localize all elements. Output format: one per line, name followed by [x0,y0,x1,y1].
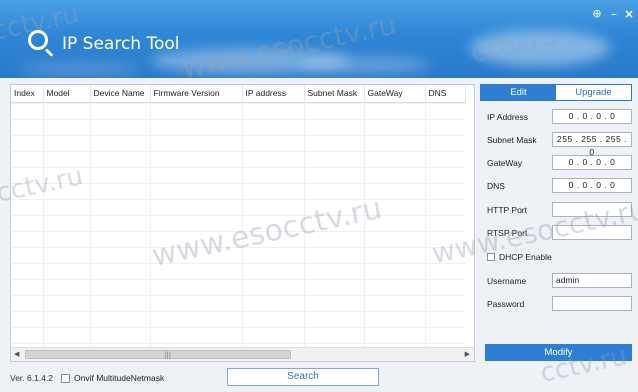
tab-upgrade[interactable]: Upgrade [556,85,631,100]
ip-address-input[interactable]: 0 . 0 . 0 . 0 [552,109,632,124]
ip-address-row: IP Address 0 . 0 . 0 . 0 [487,109,632,124]
dhcp-enable-row: DHCP Enable [487,252,552,262]
rtsp-port-label: RTSP Port [487,227,528,238]
username-label: Username [487,275,527,286]
column-divider [425,103,426,347]
username-input[interactable]: admin [552,273,632,288]
panel-tabs: Edit Upgrade [480,84,632,101]
bottom-bar: Ver. 6.1.4.2 Onvif MultitudeNetmask [10,370,164,386]
dns-input[interactable]: 0 . 0 . 0 . 0 [552,178,632,193]
column-header-ip-address[interactable]: IP address [242,85,305,103]
column-header-subnet-mask[interactable]: Subnet Mask [304,85,365,103]
title-bar: IP Search Tool ⊕ – × [0,0,638,78]
password-input[interactable] [552,296,632,311]
password-row: Password [487,296,632,311]
column-header-firmware-version[interactable]: Firmware Version [150,85,243,103]
horizontal-scrollbar[interactable]: ◀ ||| ▶ [11,347,474,361]
gateway-row: GateWay 0 . 0 . 0 . 0 [487,155,632,170]
edit-panel: Edit Upgrade IP Address 0 . 0 . 0 . 0 Su… [480,84,632,388]
username-row: Username admin [487,273,632,288]
scroll-left-arrow-icon[interactable]: ◀ [14,350,19,358]
http-port-row: HTTP Port [487,202,632,217]
device-table: Index Model Device Name Firmware Version… [11,85,466,103]
onvif-multitude-netmask-checkbox[interactable] [61,373,71,383]
password-label: Password [487,298,525,309]
column-divider [150,103,151,347]
column-divider [90,103,91,347]
column-divider [43,103,44,347]
scroll-right-arrow-icon[interactable]: ▶ [465,350,470,358]
column-divider [304,103,305,347]
cloud-decoration [20,62,140,76]
subnet-mask-input[interactable]: 255 . 255 . 255 . 0 [552,132,632,157]
column-header-device-name[interactable]: Device Name [90,85,151,103]
rtsp-port-row: RTSP Port [487,225,632,240]
column-header-dns[interactable]: DNS [425,85,466,103]
ip-address-label: IP Address [487,111,528,122]
dns-row: DNS 0 . 0 . 0 . 0 [487,178,632,193]
cloud-decoration [470,30,610,66]
modify-button[interactable]: Modify [485,344,632,361]
table-header-row: Index Model Device Name Firmware Version… [11,85,466,103]
rtsp-port-input[interactable] [552,225,632,240]
dhcp-enable-label: DHCP Enable [499,252,552,262]
subnet-mask-label: Subnet Mask [487,134,537,145]
column-divider [364,103,365,347]
column-divider [242,103,243,347]
gateway-label: GateWay [487,157,523,168]
column-header-gateway[interactable]: GateWay [364,85,426,103]
dns-label: DNS [487,180,505,191]
device-list-panel[interactable]: Index Model Device Name Firmware Version… [10,84,475,362]
version-label: Ver. 6.1.4.2 [10,373,54,383]
subnet-mask-row: Subnet Mask 255 . 255 . 255 . 0 [487,132,632,157]
column-header-index[interactable]: Index [11,85,44,103]
cloud-decoration [300,56,430,74]
gateway-input[interactable]: 0 . 0 . 0 . 0 [552,155,632,170]
column-header-model[interactable]: Model [43,85,91,103]
http-port-label: HTTP Port [487,204,527,215]
search-magnifier-icon [28,30,48,50]
minimize-icon[interactable]: – [607,8,621,20]
close-icon[interactable]: × [622,8,636,20]
scrollbar-grip-icon: ||| [164,351,172,359]
dhcp-enable-checkbox[interactable] [487,253,495,261]
onvif-multitude-netmask-label: Onvif MultitudeNetmask [74,373,165,383]
empty-table-body [11,103,465,347]
http-port-input[interactable] [552,202,632,217]
app-title: IP Search Tool [62,34,180,54]
language-globe-icon[interactable]: ⊕ [590,8,604,20]
scrollbar-thumb[interactable]: ||| [25,350,291,359]
search-button[interactable]: Search [227,368,379,386]
tab-edit[interactable]: Edit [481,85,556,100]
